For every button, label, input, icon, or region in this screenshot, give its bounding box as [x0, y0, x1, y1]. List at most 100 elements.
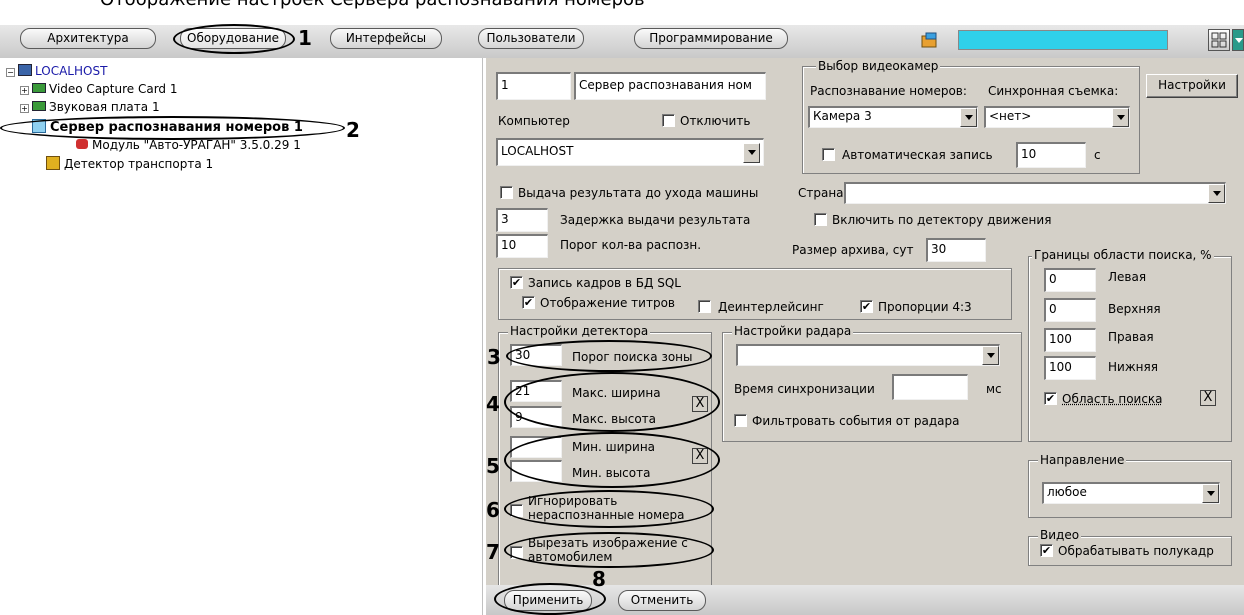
ignore-checkbox[interactable]: [510, 504, 523, 517]
sql-label: Запись кадров в БД SQL: [528, 276, 681, 290]
aspect-label: Пропорции 4:3: [878, 300, 972, 314]
sync-time-unit: мс: [986, 382, 1002, 396]
tree-item-module[interactable]: Модуль "Авто-УРАГАН" 3.5.0.29 1: [76, 138, 301, 152]
issue-checkbox[interactable]: [500, 186, 513, 199]
delay-field[interactable]: 3: [496, 208, 548, 232]
id-field[interactable]: 1: [496, 72, 571, 100]
tree-item-label: Модуль "Авто-УРАГАН" 3.5.0.29 1: [92, 138, 301, 152]
detector-group-title: Настройки детектора: [508, 324, 651, 338]
sync-label: Синхронная съемка:: [988, 84, 1119, 98]
camera-select[interactable]: Камера 3: [808, 106, 978, 128]
deinterlace-checkbox[interactable]: [698, 300, 711, 313]
tree-item-label: Звуковая плата 1: [49, 100, 160, 114]
country-label: Страна:: [798, 186, 848, 200]
chevron-down-icon[interactable]: [960, 108, 977, 127]
sync-select[interactable]: <нет>: [984, 106, 1130, 128]
threshold-label: Порог кол-ва распозн.: [560, 238, 702, 252]
cut-label: Вырезать изображение с автомобилем: [528, 536, 688, 564]
area-checkbox[interactable]: ✔: [1044, 392, 1057, 405]
tab-equipment[interactable]: Оборудование: [180, 28, 286, 49]
disable-checkbox[interactable]: [662, 114, 675, 127]
search-input[interactable]: [958, 30, 1168, 50]
tab-users[interactable]: Пользователи: [478, 28, 584, 49]
threshold-field[interactable]: 10: [496, 234, 548, 258]
aspect-checkbox[interactable]: ✔: [860, 300, 873, 313]
video-card-icon: [32, 83, 46, 93]
detector-icon: [46, 156, 60, 170]
left-bound-label: Левая: [1108, 270, 1147, 284]
chevron-down-icon[interactable]: [1202, 484, 1219, 503]
tree-item-video-card[interactable]: + Video Capture Card 1: [20, 82, 177, 96]
maxh-field[interactable]: 9: [510, 406, 562, 428]
sql-checkbox[interactable]: ✔: [510, 276, 523, 289]
bottom-bound-field[interactable]: 100: [1044, 356, 1096, 380]
callout-2: 2: [346, 118, 360, 142]
zone-field[interactable]: 30: [510, 344, 562, 366]
apply-button[interactable]: Применить: [504, 590, 592, 611]
computer-icon: [18, 64, 32, 76]
sync-select-value: <нет>: [989, 109, 1032, 123]
top-bound-field[interactable]: 0: [1044, 298, 1096, 322]
computer-label: Компьютер: [498, 114, 570, 128]
chevron-down-icon[interactable]: [1208, 184, 1225, 203]
deinterlace-label: Деинтерлейсинг: [718, 300, 824, 314]
layout-icon[interactable]: [1208, 29, 1230, 51]
dropdown-icon[interactable]: [1232, 29, 1244, 51]
area-clear-button[interactable]: X: [1200, 390, 1216, 406]
tab-programming[interactable]: Программирование: [634, 28, 788, 49]
halfframe-checkbox[interactable]: ✔: [1040, 544, 1053, 557]
settings-button[interactable]: Настройки: [1146, 74, 1238, 98]
tree-item-transport-detector[interactable]: Детектор транспорта 1: [46, 156, 213, 171]
radar-select[interactable]: [736, 344, 1000, 366]
tree-root-label: LOCALHOST: [35, 64, 108, 78]
hardware-tree: − LOCALHOST + Video Capture Card 1 + Звуков…: [0, 58, 483, 615]
halfframe-label: Обрабатывать полукадр: [1058, 544, 1214, 558]
autorec-checkbox[interactable]: [822, 148, 835, 161]
video-group-title: Видео: [1038, 528, 1082, 542]
tree-root[interactable]: − LOCALHOST: [6, 64, 107, 78]
tab-interfaces[interactable]: Интерфейсы: [330, 28, 442, 49]
tree-item-recognition-server[interactable]: Сервер распознавания номеров 1: [32, 119, 303, 135]
sound-card-icon: [32, 101, 46, 111]
motion-checkbox[interactable]: [814, 213, 827, 226]
radar-group-title: Настройки радара: [732, 324, 854, 338]
direction-select-value: любое: [1047, 485, 1087, 499]
tree-item-sound-card[interactable]: + Звуковая плата 1: [20, 100, 160, 114]
sync-time-field[interactable]: [892, 374, 968, 400]
module-icon: [76, 139, 88, 149]
maxw-field[interactable]: 21: [510, 380, 562, 402]
max-clear-button[interactable]: X: [692, 396, 708, 412]
tree-item-label: Сервер распознавания номеров 1: [50, 120, 303, 135]
min-clear-button[interactable]: X: [692, 448, 708, 464]
autorec-unit: с: [1094, 148, 1101, 162]
expand-icon[interactable]: +: [20, 86, 29, 95]
cancel-button[interactable]: Отменить: [618, 590, 706, 611]
maxh-label: Макс. высота: [572, 412, 657, 426]
server-icon: [32, 119, 46, 133]
archive-field[interactable]: 30: [926, 238, 986, 262]
country-select[interactable]: [844, 182, 1226, 204]
radar-filter-checkbox[interactable]: [734, 414, 747, 427]
chevron-down-icon[interactable]: [1112, 108, 1129, 127]
direction-select[interactable]: любое: [1042, 482, 1220, 504]
app-icon: [920, 31, 940, 49]
callout-5: 5: [486, 454, 500, 478]
autorec-field[interactable]: 10: [1016, 142, 1086, 168]
right-bound-field[interactable]: 100: [1044, 328, 1096, 352]
titles-checkbox[interactable]: ✔: [522, 296, 535, 309]
minw-field[interactable]: [510, 436, 562, 458]
computer-select[interactable]: LOCALHOST: [496, 138, 764, 166]
expand-icon[interactable]: +: [20, 104, 29, 113]
chevron-down-icon[interactable]: [982, 346, 999, 365]
disable-label: Отключить: [680, 114, 751, 128]
tab-architecture[interactable]: Архитектура: [20, 28, 156, 49]
camera-group-title: Выбор видеокамер: [816, 59, 941, 73]
left-bound-field[interactable]: 0: [1044, 268, 1096, 292]
collapse-icon[interactable]: −: [6, 68, 15, 77]
callout-8: 8: [592, 567, 606, 591]
minh-field[interactable]: [510, 460, 562, 482]
titles-label: Отображение титров: [540, 296, 675, 310]
cut-checkbox[interactable]: [510, 546, 523, 559]
name-field[interactable]: Сервер распознавания ном: [574, 72, 766, 100]
chevron-down-icon[interactable]: [743, 143, 760, 163]
